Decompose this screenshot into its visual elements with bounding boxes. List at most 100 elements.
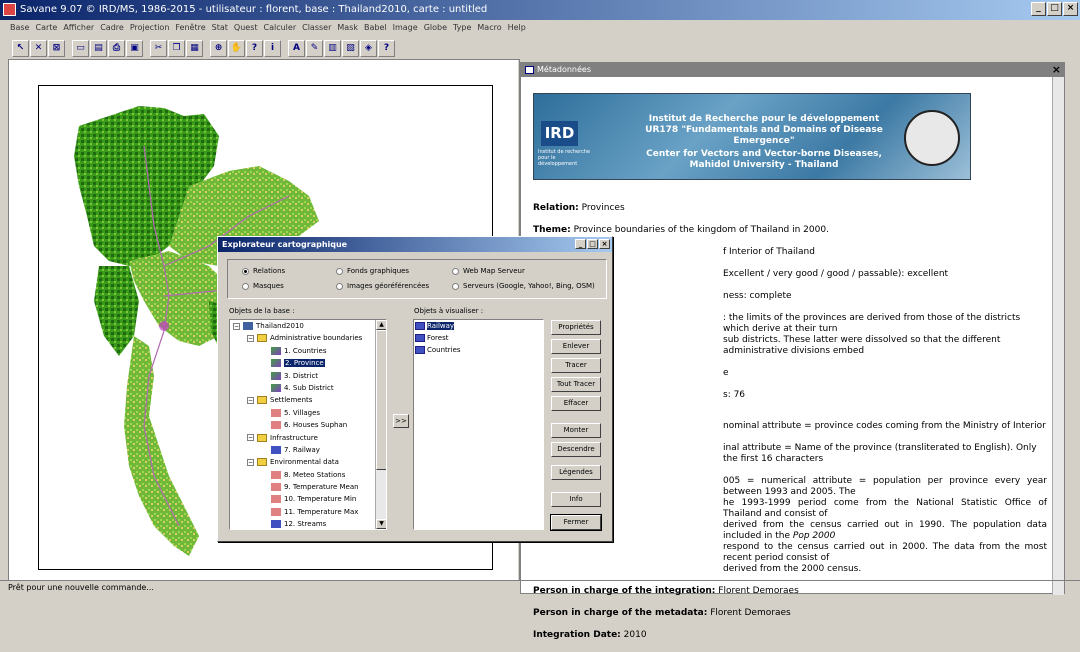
menu-projection[interactable]: Projection — [130, 20, 170, 36]
add-to-visual-button[interactable]: >> — [393, 414, 409, 428]
info-button[interactable]: Info — [551, 492, 601, 507]
menu-base[interactable]: Base — [10, 20, 29, 36]
collapse-icon[interactable]: − — [247, 396, 254, 404]
explorer-maximize-button[interactable]: □ — [587, 239, 598, 249]
tree-node[interactable]: 5. Villages — [230, 407, 376, 419]
menu-mask[interactable]: Mask — [337, 20, 358, 36]
restore-button[interactable]: □ — [1047, 2, 1062, 16]
pencil-icon[interactable]: ✎ — [306, 39, 323, 57]
collapse-icon[interactable]: − — [247, 458, 254, 466]
delete-icon[interactable]: ⊠ — [48, 39, 65, 57]
erase-button[interactable]: Effacer — [551, 396, 601, 411]
attribute-3-line-1: 005 = numerical attribute = population p… — [723, 476, 1047, 497]
open-icon[interactable]: ▭ — [72, 39, 89, 57]
pan-icon[interactable]: ✋ — [228, 39, 245, 57]
savane-app-icon — [3, 3, 16, 16]
print-icon[interactable]: ⎙ — [108, 39, 125, 57]
visual-item[interactable]: Forest — [414, 332, 543, 344]
close-button[interactable]: × — [1063, 2, 1078, 16]
menu-quest[interactable]: Quest — [234, 20, 258, 36]
menu-calculer[interactable]: Calculer — [264, 20, 297, 36]
properties-button[interactable]: Propriétés — [551, 320, 601, 335]
visual-objects-list[interactable]: Railway Forest Countries — [413, 319, 544, 530]
base-objects-tree[interactable]: − Thailand2010− Administrative boundaries 1… — [229, 319, 387, 530]
collapse-icon[interactable]: − — [233, 322, 240, 330]
radio-serveurs[interactable]: Serveurs (Google, Yahoo!, Bing, OSM) — [452, 282, 595, 291]
menu-cadre[interactable]: Cadre — [100, 20, 124, 36]
menu-carte[interactable]: Carte — [35, 20, 57, 36]
cross-icon[interactable]: ✕ — [30, 39, 47, 57]
radio-masques[interactable]: Masques — [242, 282, 284, 291]
tree-node[interactable]: 6. Houses Suphan — [230, 419, 376, 431]
cut-icon[interactable]: ✂ — [150, 39, 167, 57]
radio-relations[interactable]: Relations — [242, 267, 285, 276]
visual-item[interactable]: Railway — [414, 320, 543, 332]
close-dialog-button[interactable]: Fermer — [550, 514, 602, 531]
menu-type[interactable]: Type — [453, 20, 471, 36]
tree-node[interactable]: 9. Temperature Mean — [230, 481, 376, 493]
help-icon[interactable]: ? — [378, 39, 395, 57]
menu-image[interactable]: Image — [393, 20, 418, 36]
radio-fonds[interactable]: Fonds graphiques — [336, 267, 409, 276]
radio-images[interactable]: Images géoréférencées — [336, 282, 429, 291]
tree-node[interactable]: − Settlements — [230, 394, 376, 406]
info-icon[interactable]: i — [264, 39, 281, 57]
legends-button[interactable]: Légendes — [551, 465, 601, 480]
tree-node[interactable]: 7. Railway — [230, 444, 376, 456]
tree-node[interactable]: − Administrative boundaries — [230, 332, 376, 344]
tree-node[interactable]: 8. Meteo Stations — [230, 469, 376, 481]
scroll-thumb[interactable] — [376, 330, 386, 470]
menu-help[interactable]: Help — [508, 20, 526, 36]
arrow-icon[interactable]: ↖ — [12, 39, 29, 57]
tree-node[interactable]: 12. Streams — [230, 518, 376, 529]
tree-node[interactable]: − Environmental data — [230, 456, 376, 468]
legend-icon[interactable]: ▧ — [342, 39, 359, 57]
tree-node[interactable]: 11. Temperature Max — [230, 506, 376, 518]
explorer-close-button[interactable]: × — [599, 239, 610, 249]
menu-macro[interactable]: Macro — [477, 20, 501, 36]
tree-node[interactable]: − Thailand2010 — [230, 320, 376, 332]
move-down-button[interactable]: Descendre — [551, 442, 601, 457]
menu-stat[interactable]: Stat — [212, 20, 228, 36]
metadata-scrollbar[interactable] — [1052, 77, 1064, 595]
paste-icon[interactable]: ▦ — [186, 39, 203, 57]
minimize-button[interactable]: _ — [1031, 2, 1046, 16]
close-icon[interactable]: × — [1052, 63, 1061, 77]
tree-scrollbar[interactable]: ▲ ▼ — [375, 320, 386, 529]
banner-heading: Institut de Recherche pour le développem… — [634, 114, 894, 147]
palette-icon[interactable]: ◈ — [360, 39, 377, 57]
scroll-up-icon[interactable]: ▲ — [376, 320, 386, 330]
draw-all-button[interactable]: Tout Tracer — [551, 377, 601, 392]
menu-classer[interactable]: Classer — [302, 20, 331, 36]
draw-button[interactable]: Tracer — [551, 358, 601, 373]
tree-node[interactable]: 10. Temperature Min — [230, 493, 376, 505]
zoom-icon[interactable]: ⊕ — [210, 39, 227, 57]
scroll-down-icon[interactable]: ▼ — [376, 519, 386, 529]
explorer-minimize-button[interactable]: _ — [575, 239, 586, 249]
theme-label: Theme: — [533, 225, 571, 235]
menu-globe[interactable]: Globe — [424, 20, 447, 36]
chart-icon[interactable]: ▥ — [324, 39, 341, 57]
collapse-icon[interactable]: − — [247, 434, 254, 442]
query-icon[interactable]: ? — [246, 39, 263, 57]
visual-item[interactable]: Countries — [414, 344, 543, 356]
tree-node[interactable]: − Infrastructure — [230, 432, 376, 444]
explorer-dialog[interactable]: Explorateur cartographique _ □ × Relatio… — [217, 236, 613, 542]
layer-icon — [415, 322, 425, 330]
text-icon[interactable]: A — [288, 39, 305, 57]
tree-node[interactable]: 1. Countries — [230, 345, 376, 357]
copy-icon[interactable]: ❐ — [168, 39, 185, 57]
save-icon[interactable]: ▤ — [90, 39, 107, 57]
tree-node[interactable]: 2. Province — [230, 357, 376, 369]
tree-node-label: 8. Meteo Stations — [284, 470, 346, 479]
tree-node[interactable]: 3. District — [230, 370, 376, 382]
collapse-icon[interactable]: − — [247, 334, 254, 342]
tree-node[interactable]: 4. Sub District — [230, 382, 376, 394]
menu-fenêtre[interactable]: Fenêtre — [175, 20, 205, 36]
radio-wms[interactable]: Web Map Serveur — [452, 267, 525, 276]
window-icon[interactable]: ▣ — [126, 39, 143, 57]
menu-babel[interactable]: Babel — [364, 20, 387, 36]
menu-afficher[interactable]: Afficher — [63, 20, 94, 36]
move-up-button[interactable]: Monter — [551, 423, 601, 438]
remove-button[interactable]: Enlever — [551, 339, 601, 354]
